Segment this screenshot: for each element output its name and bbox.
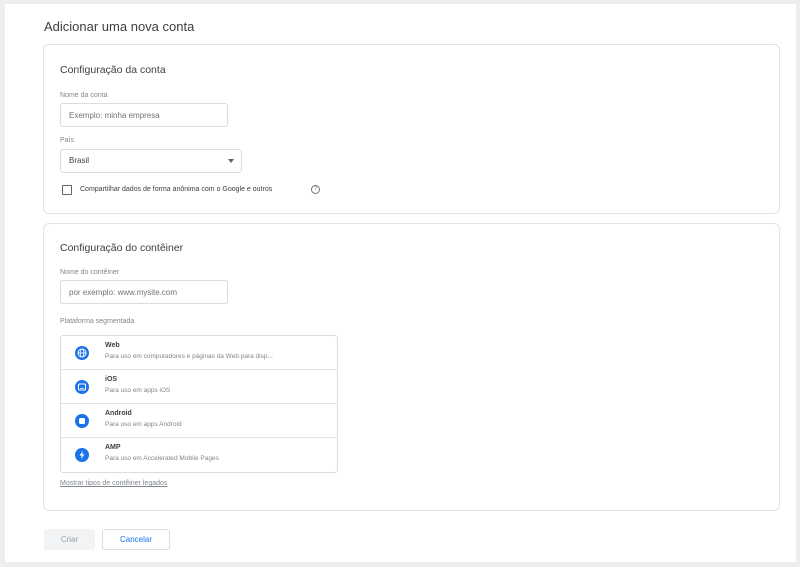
platform-description: Para uso em apps Android — [105, 421, 182, 428]
platform-description: Para uso em apps iOS — [105, 387, 171, 394]
platform-option-web[interactable]: Web Para uso em computadores e páginas d… — [61, 336, 337, 370]
show-legacy-types-link[interactable]: Mostrar tipos de contêiner legados — [60, 480, 167, 487]
platform-name: AMP — [105, 444, 121, 451]
account-section-title: Configuração da conta — [60, 64, 166, 76]
platform-option-amp[interactable]: AMP Para uso em Accelerated Mobile Pages — [61, 438, 337, 472]
create-button[interactable]: Criar — [44, 529, 95, 550]
platform-option-android[interactable]: Android Para uso em apps Android — [61, 404, 337, 438]
platform-description: Para uso em Accelerated Mobile Pages — [105, 455, 219, 462]
share-data-label: Compartilhar dados de forma anônima com … — [80, 186, 273, 193]
page-title: Adicionar uma nova conta — [44, 19, 195, 34]
share-data-checkbox[interactable] — [62, 185, 72, 195]
help-circle-icon[interactable]: ? — [311, 185, 320, 194]
country-select-value: Brasil — [69, 156, 90, 165]
account-name-input[interactable] — [60, 103, 228, 127]
platform-description: Para uso em computadores e páginas da We… — [105, 353, 273, 360]
platform-option-ios[interactable]: iOS Para uso em apps iOS — [61, 370, 337, 404]
container-config-card: Configuração do contêiner Nome do contêi… — [43, 223, 780, 511]
country-label: País — [60, 137, 75, 144]
account-config-card: Configuração da conta Nome da conta País… — [43, 44, 780, 214]
form-page: Adicionar uma nova conta Configuração da… — [5, 4, 796, 562]
container-name-label: Nome do contêiner — [60, 269, 120, 276]
platform-list: Web Para uso em computadores e páginas d… — [60, 335, 338, 473]
country-select[interactable]: Brasil — [60, 149, 242, 173]
globe-icon — [75, 346, 89, 360]
ios-device-icon — [75, 380, 89, 394]
dropdown-arrow-icon — [228, 159, 234, 163]
platform-label: Plataforma segmentada — [60, 318, 135, 325]
platform-name: Android — [105, 410, 132, 417]
platform-name: iOS — [105, 376, 118, 383]
platform-name: Web — [105, 342, 120, 349]
account-name-label: Nome da conta — [60, 92, 108, 99]
cancel-button[interactable]: Cancelar — [102, 529, 170, 550]
container-section-title: Configuração do contêiner — [60, 242, 184, 254]
container-name-input[interactable] — [60, 280, 228, 304]
lightning-icon — [75, 448, 89, 462]
android-icon — [75, 414, 89, 428]
